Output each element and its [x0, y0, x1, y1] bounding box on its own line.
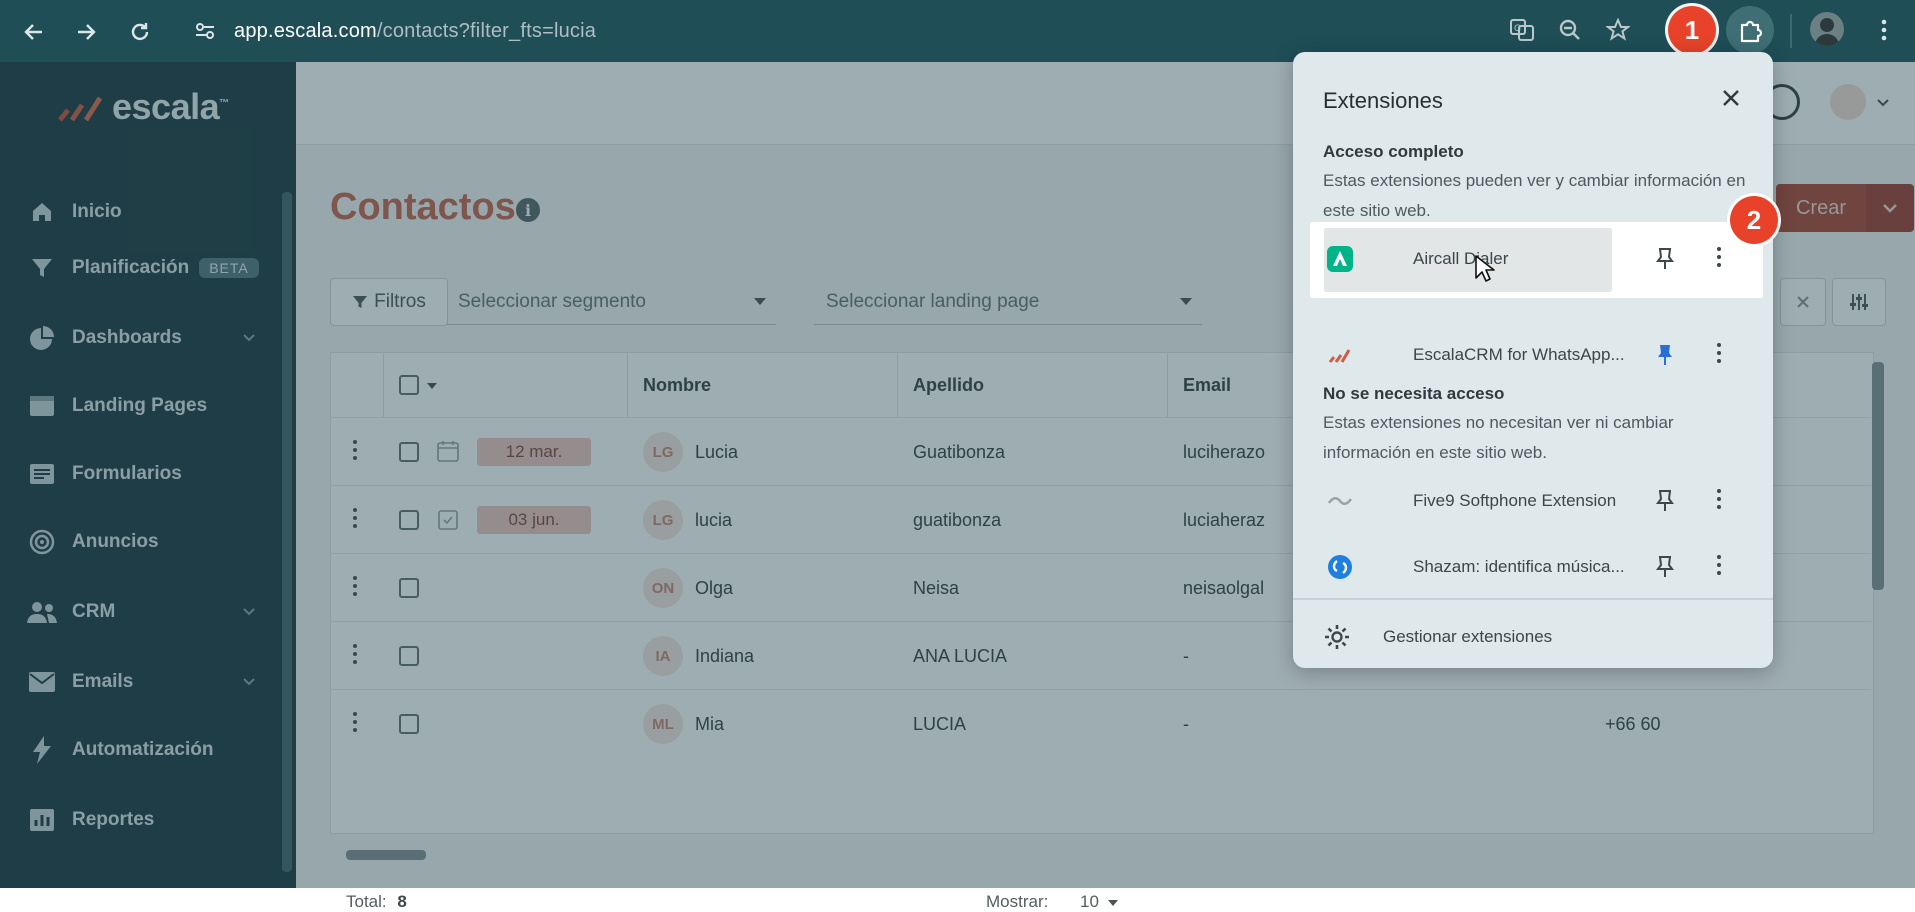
address-bar[interactable]: app.escala.com/contacts?filter_fts=lucia — [180, 8, 1510, 54]
profile-avatar[interactable] — [1810, 12, 1844, 46]
toolbar-divider — [1790, 14, 1792, 48]
close-icon — [1723, 90, 1739, 106]
popup-divider — [1293, 598, 1773, 600]
bookmark-button[interactable] — [1600, 12, 1636, 48]
extension-row-aircall[interactable]: Aircall Dialer — [1323, 228, 1743, 290]
more-options-icon[interactable] — [1717, 343, 1723, 367]
reload-button[interactable] — [122, 14, 158, 50]
extension-name: Aircall Dialer — [1413, 249, 1509, 268]
no-access-heading: No se necesita acceso — [1323, 384, 1505, 403]
total-count: 8 — [397, 892, 407, 911]
more-options-icon[interactable] — [1717, 247, 1723, 271]
aircall-icon — [1327, 246, 1353, 272]
more-options-icon[interactable] — [1717, 489, 1723, 513]
translate-button[interactable]: G — [1504, 12, 1540, 48]
show-label: Mostrar: — [986, 892, 1049, 911]
svg-text:G: G — [1514, 24, 1521, 34]
zoom-button[interactable] — [1552, 12, 1588, 48]
profile-icon — [1814, 18, 1840, 46]
forward-button[interactable] — [68, 14, 104, 50]
extension-name: EscalaCRM for WhatsApp... — [1413, 345, 1625, 364]
gear-icon — [1325, 625, 1349, 649]
pin-icon[interactable] — [1651, 487, 1679, 515]
reload-icon — [131, 23, 149, 41]
url-text: app.escala.com/contacts?filter_fts=lucia — [234, 19, 597, 42]
total-label: Total: — [346, 892, 387, 911]
caret-down-icon — [1107, 899, 1118, 906]
manage-extensions-label: Gestionar extensiones — [1383, 627, 1553, 646]
mouse-cursor-icon — [1475, 255, 1495, 282]
full-access-description: Estas extensiones pueden ver y cambiar i… — [1323, 171, 1746, 220]
page-size-select[interactable]: 10 — [1080, 892, 1118, 912]
escala-icon — [1327, 342, 1353, 368]
vertical-dots-icon — [1881, 19, 1887, 41]
highlight-box: Aircall Dialer — [1310, 222, 1763, 298]
callout-badge-1: 1 — [1668, 6, 1716, 54]
extension-name: Five9 Softphone Extension — [1413, 491, 1617, 510]
puzzle-icon — [1740, 20, 1763, 43]
total-row-count: Mostrar: — [986, 892, 1048, 912]
close-button[interactable] — [1717, 84, 1745, 112]
translate-icon: G — [1510, 19, 1534, 41]
extensions-button[interactable] — [1726, 6, 1774, 54]
extension-row-escalacrm[interactable]: EscalaCRM for WhatsApp... — [1323, 324, 1743, 386]
pin-icon[interactable] — [1651, 553, 1679, 581]
zoom-out-icon — [1559, 19, 1580, 40]
extension-row-five9[interactable]: Five9 Softphone Extension — [1323, 470, 1743, 532]
callout-badge-2: 2 — [1730, 196, 1778, 244]
more-options-icon[interactable] — [1717, 555, 1723, 579]
extension-name: Shazam: identifica música... — [1413, 557, 1625, 576]
manage-extensions-link[interactable]: Gestionar extensiones — [1323, 612, 1743, 662]
pin-icon[interactable] — [1651, 341, 1679, 369]
full-access-heading: Acceso completo — [1323, 142, 1464, 161]
back-arrow-icon — [24, 24, 42, 40]
browser-menu-button[interactable] — [1866, 12, 1902, 48]
page-size-value: 10 — [1080, 892, 1099, 911]
pin-icon[interactable] — [1651, 245, 1679, 273]
extension-row-shazam[interactable]: Shazam: identifica música... — [1323, 536, 1743, 598]
five9-icon — [1327, 488, 1353, 514]
back-button[interactable] — [16, 14, 52, 50]
forward-arrow-icon — [78, 24, 96, 40]
popup-title: Extensiones — [1323, 88, 1443, 113]
shazam-icon — [1327, 554, 1353, 580]
star-icon — [1606, 18, 1630, 41]
no-access-description: Estas extensiones no necesitan ver ni ca… — [1323, 413, 1674, 462]
site-settings-icon[interactable] — [194, 20, 216, 42]
extensions-popup: Extensiones Acceso completo Estas extens… — [1293, 52, 1773, 668]
